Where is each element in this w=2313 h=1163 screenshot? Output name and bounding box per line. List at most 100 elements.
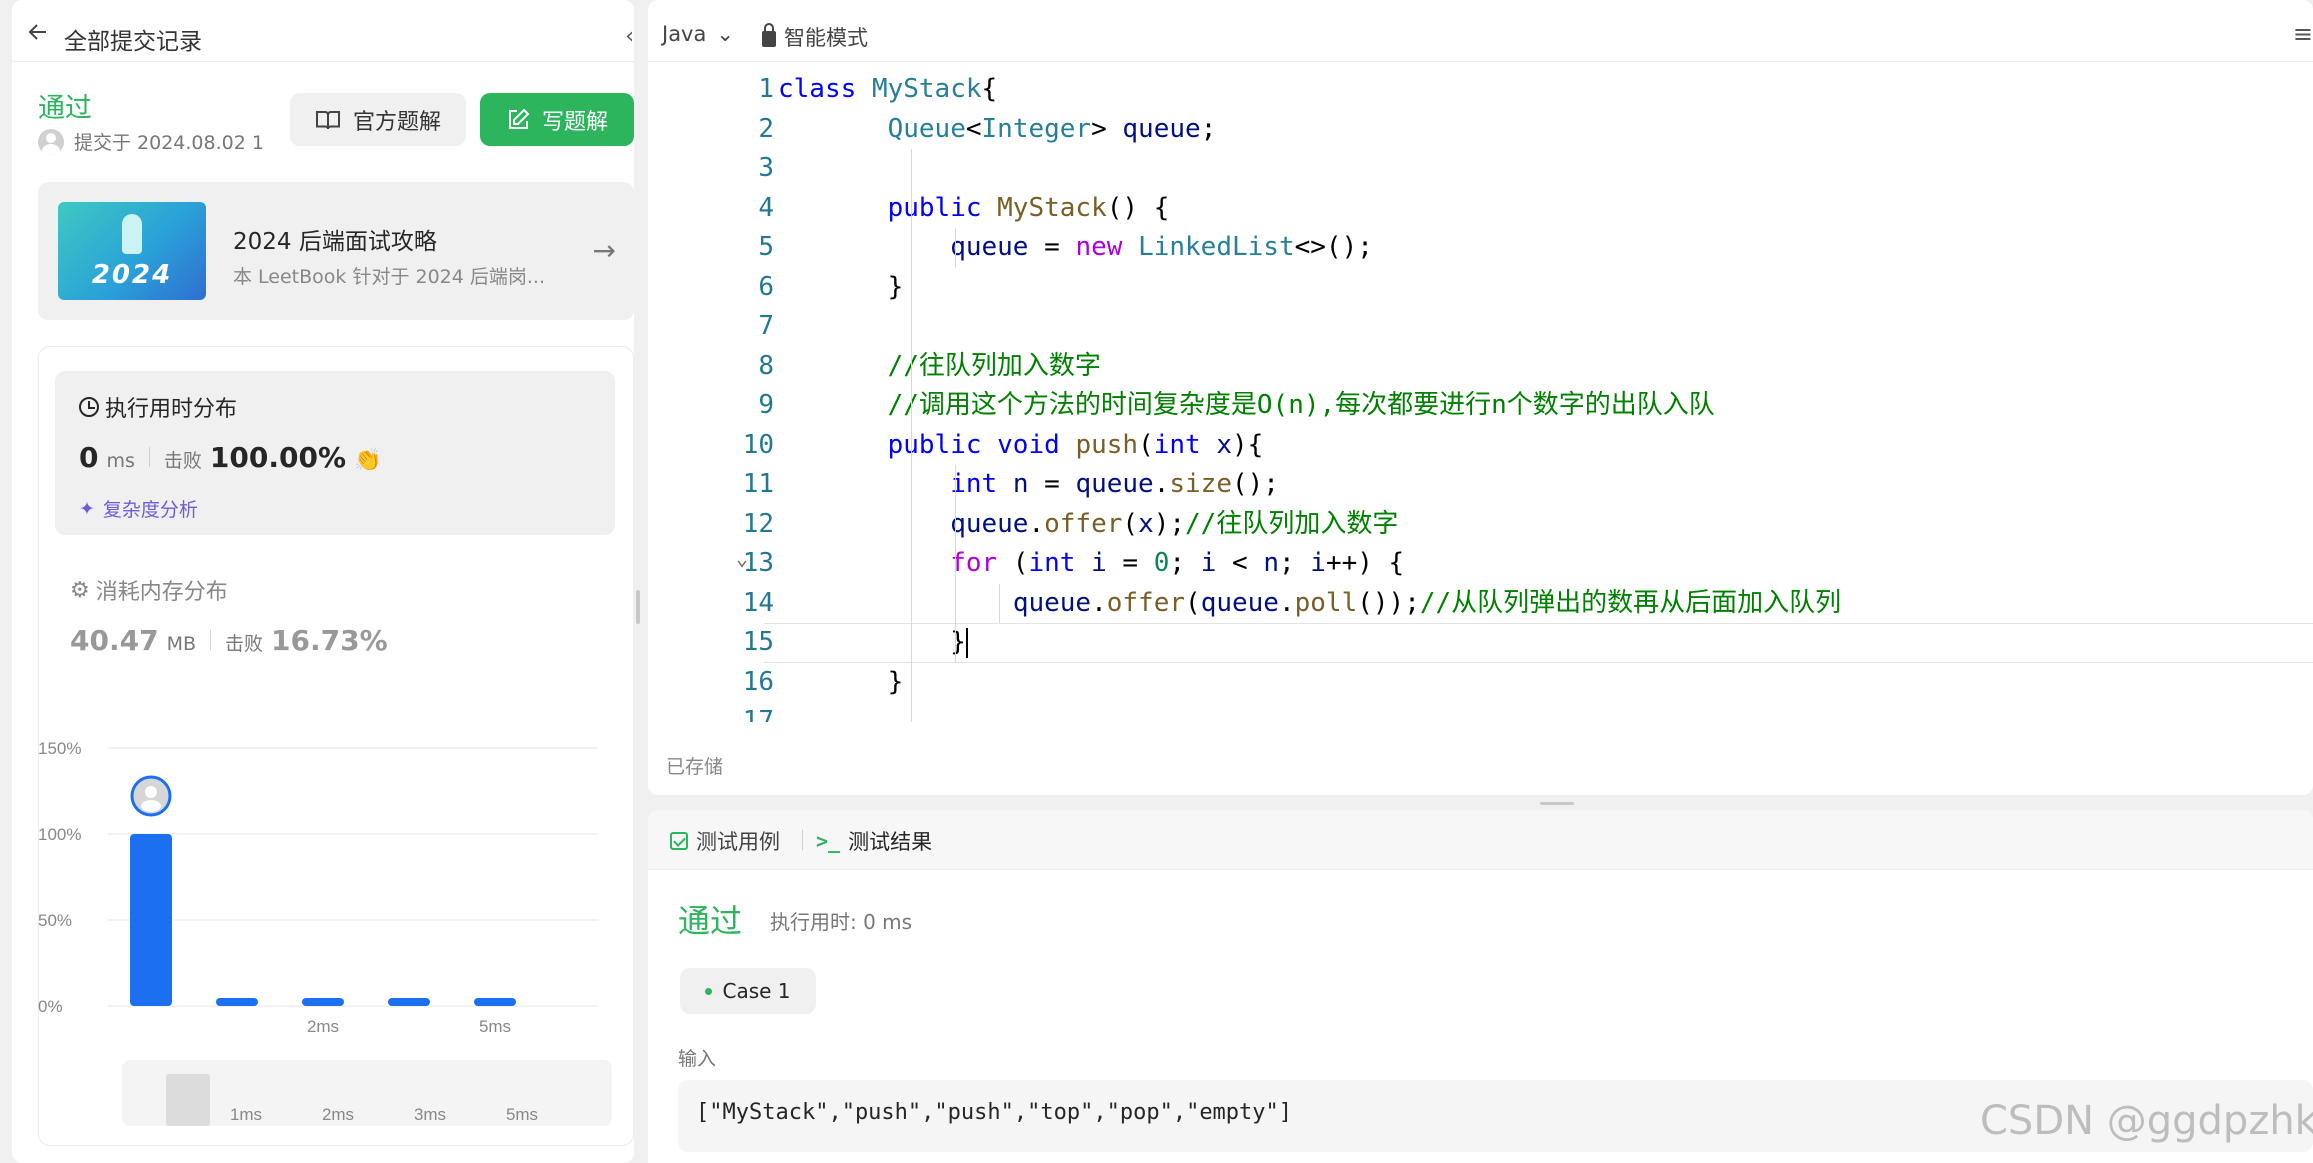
y-tick-label: 50%: [38, 911, 72, 930]
runtime-bar[interactable]: [302, 998, 344, 1006]
runtime-value: 0: [79, 441, 99, 474]
code-line[interactable]: 14 queue.offer(queue.poll());//从队列弹出的数再从…: [648, 584, 2313, 624]
code-text: public MyStack() {: [887, 192, 1170, 223]
line-number: 8: [758, 350, 774, 381]
line-number: 15: [742, 627, 774, 657]
result-status: 通过: [678, 902, 743, 940]
line-number: 12: [742, 508, 774, 539]
promo-image: 2024: [58, 202, 206, 300]
smart-mode-label: 智能模式: [784, 26, 868, 50]
code-text: queue.offer(x);//往队列加入数字: [950, 508, 1399, 539]
code-line[interactable]: 3: [648, 149, 2313, 189]
runtime-bar[interactable]: [216, 998, 258, 1006]
minimap-tick-label: 3ms: [414, 1105, 446, 1124]
memory-distribution-title[interactable]: ⚙ 消耗内存分布: [70, 574, 228, 606]
fold-chevron-icon[interactable]: ⌄: [736, 546, 748, 570]
y-tick-label: 100%: [38, 825, 81, 844]
memory-title-text: 消耗内存分布: [95, 580, 228, 605]
tab-testcase-label: 测试用例: [696, 830, 780, 854]
chart-range-minimap[interactable]: 1ms 2ms 3ms 5ms: [122, 1060, 612, 1126]
runtime-title: 执行用时分布: [79, 391, 237, 423]
tab-testcase[interactable]: 测试用例: [670, 826, 780, 856]
back-arrow-icon[interactable]: [26, 20, 50, 44]
write-solution-label: 写题解: [541, 109, 608, 135]
saved-status: 已存储: [666, 756, 724, 778]
code-line[interactable]: 4 public MyStack() {: [648, 189, 2313, 229]
language-select[interactable]: Java ⌄: [662, 22, 734, 46]
tab-test-result[interactable]: >_ 测试结果: [816, 826, 932, 856]
runtime-bar[interactable]: [388, 998, 430, 1006]
runtime-distribution-chart[interactable]: 150% 100% 50% 0% 2ms 5ms: [38, 722, 638, 1052]
line-number: 3: [758, 153, 774, 183]
indent-guide: [911, 149, 912, 722]
line-number: 6: [758, 271, 774, 302]
indent-guide: [955, 465, 956, 663]
runtime-distribution[interactable]: 执行用时分布 0 ms 击败 100.00% 👏 ✦ 复杂度分析: [55, 371, 615, 535]
minimap-tick-label: 2ms: [322, 1105, 354, 1124]
write-solution-button[interactable]: 写题解: [480, 93, 634, 146]
pass-dot-icon: [705, 987, 713, 995]
official-solution-button[interactable]: 官方题解: [290, 93, 466, 146]
code-line[interactable]: 5 queue = new LinkedList<>();: [648, 228, 2313, 268]
tab-divider: [802, 830, 803, 850]
code-text: }: [778, 666, 904, 697]
submission-header: 全部提交记录 ‹: [12, 0, 634, 62]
collapse-chevron-icon[interactable]: ‹: [625, 24, 634, 49]
code-line[interactable]: 7: [648, 307, 2313, 347]
complexity-analysis-link[interactable]: ✦ 复杂度分析: [79, 495, 198, 522]
line-number: 7: [758, 311, 774, 341]
checkbox-icon: [670, 832, 688, 850]
promo-image-text: 2024: [91, 260, 173, 290]
case-label: Case 1: [722, 979, 791, 1003]
code-line[interactable]: 17: [648, 702, 2313, 722]
code-line[interactable]: 10 public void push(int x){: [648, 426, 2313, 466]
line-number: 17: [742, 706, 774, 722]
code-line[interactable]: 9 //调用这个方法的时间复杂度是O(n),每次都要进行n个数字的出队入队: [648, 386, 2313, 426]
code-text: //往队列加入数字: [887, 350, 1101, 381]
code-line[interactable]: 1 class MyStack{: [648, 70, 2313, 110]
code-line[interactable]: 11 int n = queue.size();: [648, 465, 2313, 505]
divider: [210, 630, 212, 650]
menu-icon[interactable]: ≡: [2293, 20, 2313, 48]
line-number: 10: [742, 429, 774, 460]
indent-guide: [999, 583, 1000, 623]
memory-beat-label: 击败: [225, 633, 264, 655]
code-area[interactable]: 1 class MyStack{2 Queue<Integer> queue; 3 4…: [648, 70, 2313, 722]
runtime-unit: ms: [106, 450, 135, 472]
runtime-bar[interactable]: [474, 998, 516, 1006]
line-number: 2: [758, 113, 774, 144]
input-value: ["MyStack","push","push","top","pop","em…: [696, 1100, 1293, 1125]
x-tick-label: 2ms: [307, 1017, 339, 1036]
input-label: 输入: [678, 1048, 717, 1070]
y-tick-label: 150%: [38, 739, 81, 758]
line-number: 5: [758, 232, 774, 262]
code-text: }: [778, 271, 904, 302]
case-1-tab[interactable]: Case 1: [680, 968, 816, 1014]
indent-guide: [955, 228, 956, 268]
chip-icon: ⚙: [70, 577, 90, 603]
runtime-bar[interactable]: [130, 834, 172, 1006]
code-text: //调用这个方法的时间复杂度是O(n),每次都要进行n个数字的出队入队: [887, 390, 1715, 420]
code-text: Queue<Integer> queue;: [887, 113, 1217, 144]
all-submissions-title[interactable]: 全部提交记录: [64, 22, 202, 56]
memory-values: 40.47 MB 击败 16.73%: [70, 624, 388, 657]
code-line[interactable]: 2 Queue<Integer> queue;: [648, 110, 2313, 150]
vertical-splitter-handle[interactable]: [636, 590, 640, 624]
rocket-icon: [122, 214, 142, 254]
language-label: Java: [662, 22, 707, 46]
code-line[interactable]: 16 }: [648, 663, 2313, 703]
minimap-bar: [166, 1074, 210, 1126]
smart-mode-toggle[interactable]: 智能模式: [762, 22, 868, 52]
lock-icon: [762, 23, 776, 47]
divider: [148, 447, 150, 467]
code-text: queue.offer(queue.poll());//从队列弹出的数再从后面加…: [1012, 587, 1842, 618]
code-line[interactable]: 15 }: [648, 623, 2313, 663]
user-avatar[interactable]: [38, 128, 64, 155]
line-number: 9: [758, 390, 774, 420]
code-line[interactable]: 8 //往队列加入数字: [648, 347, 2313, 387]
code-line[interactable]: 13 for (int i = 0; i < n; i++) {: [648, 544, 2313, 584]
code-line[interactable]: 6 }: [648, 268, 2313, 308]
leetbook-promo-card[interactable]: 2024 2024 后端面试攻略 本 LeetBook 针对于 2024 后端岗…: [38, 182, 634, 320]
horizontal-splitter-handle[interactable]: [1540, 802, 1574, 805]
code-line[interactable]: 12 queue.offer(x);//往队列加入数字: [648, 505, 2313, 545]
